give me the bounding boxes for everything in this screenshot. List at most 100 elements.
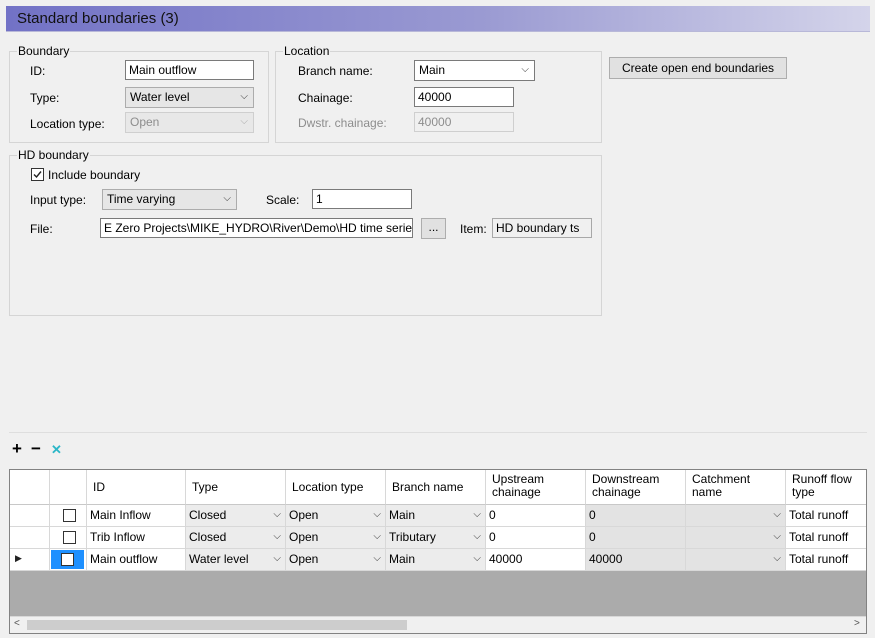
branch-name-cell[interactable]: Main ⌵ [386,505,486,527]
dwstr-chainage-label: Dwstr. chainage: [298,116,387,130]
item-label: Item: [460,222,487,236]
id-cell[interactable]: Main outflow [87,549,186,571]
runoff-flow-type-cell[interactable]: Total runoff [786,527,866,549]
include-boundary-label[interactable]: Include boundary [48,168,140,182]
runoff-flow-type-cell[interactable]: Total runoff [786,505,866,527]
branch-name-select[interactable]: Main ⌵ [414,60,535,81]
upstream-chainage-cell[interactable]: 40000 [486,549,586,571]
chevron-down-icon: ⌵ [273,531,281,542]
page-title: Standard boundaries (3) [17,10,179,27]
input-type-select[interactable]: Time varying ⌵ [102,189,237,210]
file-path-input[interactable]: E Zero Projects\MIKE_HYDRO\River\Demo\HD… [100,218,413,238]
item-field: HD boundary ts [492,218,592,238]
scale-input[interactable]: 1 [312,189,412,209]
row-checkbox[interactable] [63,531,76,544]
row-checkbox-cell[interactable] [50,527,87,549]
column-header-checkbox[interactable] [50,470,87,505]
row-header[interactable] [10,527,50,549]
downstream-chainage-cell: 0 [586,505,686,527]
clear-rows-button[interactable]: ✕ [51,442,62,458]
column-header-location-type[interactable]: Location type [286,470,386,505]
type-cell-value: Water level [189,552,249,566]
column-header-id[interactable]: ID [87,470,186,505]
branch-name-cell-value: Main [389,552,416,566]
branch-name-cell-value: Tributary [389,530,436,544]
section-divider [9,432,867,433]
column-header-catchment-name[interactable]: Catchment name [686,470,786,505]
add-row-button[interactable]: + [12,439,22,459]
type-cell[interactable]: Closed ⌵ [186,505,286,527]
scroll-left-icon[interactable]: < [14,618,20,629]
chevron-down-icon: ⌵ [773,553,781,564]
catchment-name-cell[interactable]: ⌵ [686,505,786,527]
column-header-upstream-chainage[interactable]: Upstream chainage [486,470,586,505]
check-icon [33,171,42,179]
hd-boundary-group-title: HD boundary [17,148,90,162]
column-header-branch-name[interactable]: Branch name [386,470,486,505]
upstream-chainage-cell[interactable]: 0 [486,505,586,527]
chevron-down-icon: ⌵ [223,193,231,204]
row-checkbox[interactable] [63,509,76,522]
chevron-down-icon: ⌵ [773,509,781,520]
chainage-label: Chainage: [298,91,353,105]
downstream-chainage-cell: 40000 [586,549,686,571]
id-cell[interactable]: Trib Inflow [87,527,186,549]
catchment-name-cell[interactable]: ⌵ [686,549,786,571]
input-type-value: Time varying [107,192,176,206]
column-header-downstream-chainage[interactable]: Downstream chainage [586,470,686,505]
type-cell[interactable]: Closed ⌵ [186,527,286,549]
chevron-down-icon: ⌵ [240,116,248,127]
location-type-cell[interactable]: Open ⌵ [286,527,386,549]
location-type-select: Open ⌵ [125,112,254,133]
type-select[interactable]: Water level ⌵ [125,87,254,108]
runoff-flow-type-cell[interactable]: Total runoff [786,549,866,571]
id-input[interactable]: Main outflow [125,60,254,80]
chevron-down-icon: ⌵ [373,553,381,564]
row-header[interactable] [10,505,50,527]
grid-toolbar: + − ✕ [9,438,69,462]
catchment-name-cell[interactable]: ⌵ [686,527,786,549]
column-header-type[interactable]: Type [186,470,286,505]
chevron-down-icon: ⌵ [373,531,381,542]
title-bar: Standard boundaries (3) [6,6,870,32]
browse-file-button[interactable]: ... [421,218,446,239]
chevron-down-icon: ⌵ [240,91,248,102]
location-type-cell-value: Open [289,530,319,544]
id-cell[interactable]: Main Inflow [87,505,186,527]
chevron-down-icon: ⌵ [373,509,381,520]
downstream-chainage-cell: 0 [586,527,686,549]
row-header-current[interactable]: ▶ [10,549,50,571]
create-open-end-boundaries-button[interactable]: Create open end boundaries [609,57,787,79]
branch-name-cell[interactable]: Tributary ⌵ [386,527,486,549]
type-cell-value: Closed [189,508,227,522]
horizontal-scrollbar[interactable]: < > [10,616,866,633]
type-cell[interactable]: Water level ⌵ [186,549,286,571]
branch-name-label: Branch name: [298,64,373,78]
location-type-cell-value: Open [289,508,319,522]
location-type-label: Location type: [30,117,105,131]
include-boundary-checkbox[interactable] [31,168,44,181]
type-cell-value: Closed [189,530,227,544]
scroll-right-icon[interactable]: > [854,618,860,629]
chevron-down-icon: ⌵ [473,531,481,542]
location-group-title: Location [283,44,331,58]
row-checkbox-cell[interactable] [50,505,87,527]
column-header-runoff-flow-type[interactable]: Runoff flow type [786,470,866,505]
scrollbar-thumb[interactable] [27,620,407,630]
row-checkbox[interactable] [61,553,74,566]
branch-name-cell[interactable]: Main ⌵ [386,549,486,571]
chevron-down-icon: ⌵ [773,531,781,542]
type-select-value: Water level [130,90,190,104]
chevron-down-icon: ⌵ [273,509,281,520]
chainage-input[interactable]: 40000 [414,87,514,107]
boundary-group-title: Boundary [17,44,71,58]
row-checkbox-cell[interactable] [50,549,87,571]
type-label: Type: [30,91,60,105]
boundaries-grid: ID Type Location type Branch name Upstre… [9,469,867,634]
location-type-cell[interactable]: Open ⌵ [286,549,386,571]
chevron-down-icon: ⌵ [473,553,481,564]
remove-row-button[interactable]: − [31,439,41,459]
location-type-cell[interactable]: Open ⌵ [286,505,386,527]
chevron-down-icon: ⌵ [273,553,281,564]
upstream-chainage-cell[interactable]: 0 [486,527,586,549]
